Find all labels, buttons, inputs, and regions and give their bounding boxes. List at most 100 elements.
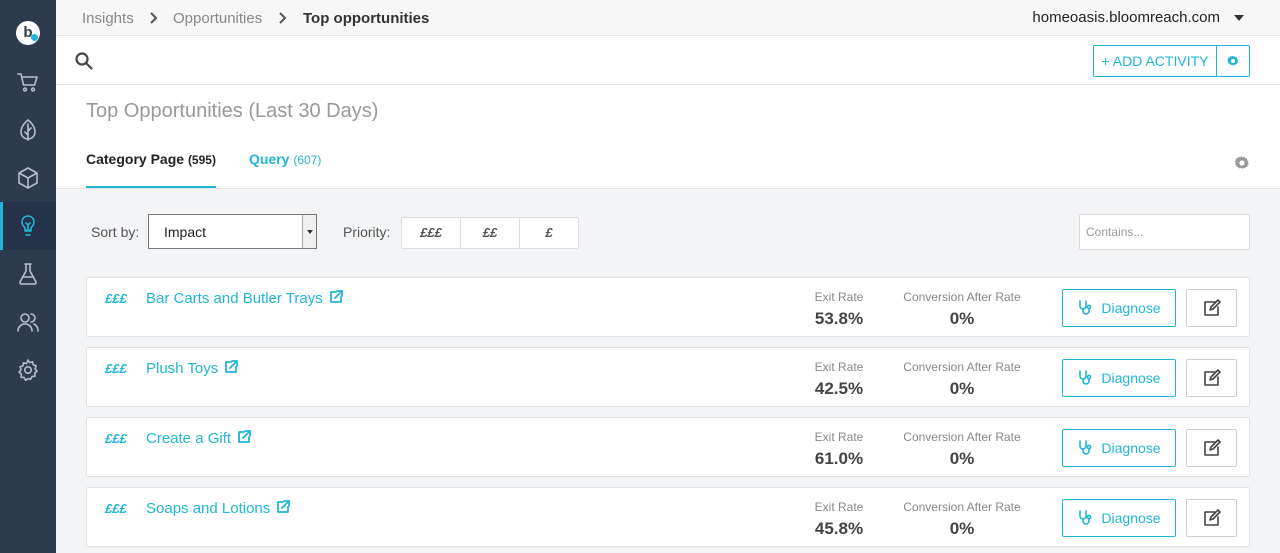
priority-badge: £££ <box>105 501 127 516</box>
conversion-value: 0% <box>949 519 975 538</box>
leaf-icon <box>20 119 36 141</box>
priority-low-button[interactable]: £ <box>520 218 578 248</box>
search-icon[interactable] <box>74 51 94 71</box>
tab-category-page[interactable]: Category Page (595) <box>86 151 216 188</box>
external-link-icon[interactable] <box>276 500 291 514</box>
exit-rate-label: Exit Rate <box>814 360 864 374</box>
edit-icon <box>1203 369 1221 386</box>
sort-label: Sort by: <box>91 224 140 240</box>
add-activity-button[interactable]: + ADD ACTIVITY <box>1093 45 1217 77</box>
diagnose-button[interactable]: Diagnose <box>1062 359 1176 397</box>
tab-count: (595) <box>187 153 216 167</box>
priority-filter: £££ ££ £ <box>401 217 579 249</box>
caret-down-icon <box>302 215 316 248</box>
sidebar-item-users[interactable] <box>0 298 56 346</box>
priority-high-button[interactable]: £££ <box>402 218 461 248</box>
conversion-label: Conversion After Rate <box>903 430 1021 444</box>
sort-value: Impact <box>164 224 207 240</box>
stethoscope-icon <box>1079 440 1092 455</box>
exit-rate-value: 45.8% <box>814 519 864 538</box>
logo-letter: b <box>23 24 33 41</box>
diagnose-button[interactable]: Diagnose <box>1062 499 1176 537</box>
edit-icon <box>1203 439 1221 456</box>
sidebar-item-commerce[interactable] <box>0 58 56 106</box>
edit-icon <box>1203 299 1221 316</box>
edit-button[interactable] <box>1186 499 1237 537</box>
sidebar-item-experiments[interactable] <box>0 250 56 298</box>
diagnose-label: Diagnose <box>1101 510 1161 526</box>
opportunity-name: Plush Toys <box>146 360 219 377</box>
tab-count: (607) <box>293 153 322 167</box>
diagnose-button[interactable]: Diagnose <box>1062 429 1176 467</box>
exit-rate-value: 61.0% <box>814 449 864 468</box>
exit-rate-label: Exit Rate <box>814 500 864 514</box>
priority-badge: £££ <box>105 361 127 376</box>
chevron-right-icon <box>150 12 158 24</box>
content-header: Top Opportunities (Last 30 Days) Categor… <box>56 85 1280 189</box>
edit-button[interactable] <box>1186 289 1237 327</box>
opportunity-link[interactable]: Create a Gift <box>146 430 251 447</box>
edit-icon <box>1203 509 1221 526</box>
external-link-icon[interactable] <box>237 430 251 444</box>
stethoscope-icon <box>1079 300 1092 315</box>
opportunity-link[interactable]: Plush Toys <box>146 360 239 377</box>
opportunity-link[interactable]: Bar Carts and Butler Trays <box>146 290 343 307</box>
conversion-value: 0% <box>949 309 975 328</box>
tab-label: Query <box>249 151 290 167</box>
diagnose-label: Diagnose <box>1101 440 1161 456</box>
conversion-label: Conversion After Rate <box>903 290 1021 304</box>
cube-icon <box>18 167 38 189</box>
opportunity-name: Bar Carts and Butler Trays <box>146 290 323 307</box>
diagnose-button[interactable]: Diagnose <box>1062 289 1176 327</box>
exit-rate-value: 42.5% <box>814 379 864 398</box>
external-link-icon[interactable] <box>329 290 343 304</box>
contains-filter-input[interactable] <box>1079 214 1250 250</box>
exit-rate-label: Exit Rate <box>814 430 864 444</box>
breadcrumb-insights[interactable]: Insights <box>82 10 134 27</box>
search-bar: + ADD ACTIVITY <box>56 36 1280 85</box>
bloomreach-logo[interactable]: b <box>16 21 40 45</box>
sort-dropdown[interactable]: Impact <box>148 214 317 249</box>
diagnose-label: Diagnose <box>1101 300 1161 316</box>
edit-button[interactable] <box>1186 359 1237 397</box>
opportunity-name: Soaps and Lotions <box>146 500 271 517</box>
diagnose-label: Diagnose <box>1101 370 1161 386</box>
priority-medium-button[interactable]: ££ <box>461 218 520 248</box>
opportunity-row: £££ Plush Toys Exit Rate 42.5% Conversio… <box>86 347 1250 407</box>
activity-settings-button[interactable] <box>1216 45 1250 77</box>
sidebar: b <box>0 0 56 553</box>
lightbulb-icon <box>21 215 35 236</box>
priority-badge: £££ <box>105 431 127 446</box>
priority-label: Priority: <box>343 224 391 240</box>
sidebar-item-settings[interactable] <box>0 346 56 394</box>
sidebar-item-products[interactable] <box>0 154 56 202</box>
opportunity-row: £££ Bar Carts and Butler Trays Exit Rate… <box>86 277 1250 337</box>
sidebar-item-insights[interactable] <box>0 202 56 250</box>
caret-down-icon[interactable] <box>1234 15 1244 21</box>
tab-query[interactable]: Query (607) <box>249 151 321 167</box>
exit-rate-label: Exit Rate <box>814 290 864 304</box>
stethoscope-icon <box>1079 370 1092 385</box>
page-title: Top Opportunities (Last 30 Days) <box>86 100 379 122</box>
conversion-label: Conversion After Rate <box>903 360 1021 374</box>
domain-selector[interactable]: homeoasis.bloomreach.com <box>1032 9 1220 26</box>
gear-icon[interactable] <box>1233 154 1251 172</box>
sidebar-item-organic[interactable] <box>0 106 56 154</box>
opportunity-name: Create a Gift <box>146 430 232 447</box>
opportunity-row: £££ Soaps and Lotions Exit Rate 45.8% Co… <box>86 487 1250 547</box>
external-link-icon[interactable] <box>224 360 239 374</box>
edit-button[interactable] <box>1186 429 1237 467</box>
conversion-value: 0% <box>949 449 975 468</box>
top-bar: Insights Opportunities Top opportunities… <box>56 0 1280 36</box>
priority-badge: £££ <box>105 291 127 306</box>
flask-icon <box>19 263 37 285</box>
users-icon <box>17 313 39 332</box>
opportunity-link[interactable]: Soaps and Lotions <box>146 500 291 517</box>
gear-icon <box>1227 55 1239 66</box>
conversion-value: 0% <box>949 379 975 398</box>
breadcrumb-opportunities[interactable]: Opportunities <box>173 10 262 27</box>
cart-icon <box>17 73 38 92</box>
breadcrumb-current: Top opportunities <box>303 10 430 27</box>
exit-rate-value: 53.8% <box>814 309 864 328</box>
chevron-right-icon <box>279 12 287 24</box>
